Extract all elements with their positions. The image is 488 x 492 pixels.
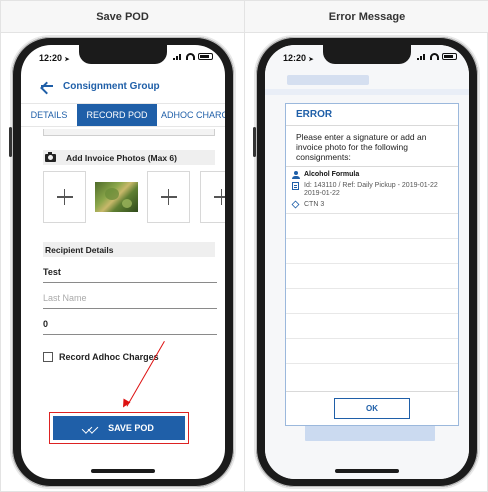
first-name-field[interactable]: Test	[43, 261, 217, 283]
error-title: ERROR	[286, 104, 458, 126]
recipient-section-label: Recipient Details	[45, 244, 114, 255]
box-icon	[291, 200, 300, 209]
empty-row	[286, 239, 458, 264]
faded-tabs	[265, 89, 469, 95]
column-header-right: Error Message	[245, 1, 488, 33]
double-check-icon	[84, 424, 100, 432]
column-error-message: Error Message 12:20 ➤ ERROR Please enter…	[245, 1, 488, 492]
app-bar: Consignment Group	[21, 73, 225, 99]
record-adhoc-row[interactable]: Record Adhoc Charges	[43, 351, 159, 363]
back-arrow-icon[interactable]	[39, 79, 53, 93]
empty-row	[286, 214, 458, 239]
record-adhoc-checkbox[interactable]	[43, 352, 53, 362]
dialog-footer: OK	[286, 391, 458, 425]
add-photo-button[interactable]	[200, 171, 225, 223]
tab-adhoc-charges[interactable]: ADHOC CHARGES	[157, 104, 225, 126]
faded-title	[287, 75, 369, 85]
camera-icon	[45, 151, 56, 162]
consignment-ctn: CTN 3	[304, 201, 325, 208]
save-pod-button[interactable]: SAVE POD	[53, 416, 185, 440]
home-indicator	[91, 469, 155, 473]
first-name-value: Test	[43, 267, 61, 277]
empty-row	[286, 339, 458, 364]
phone-screen-left: 12:20 ➤ Consignment Group DETAILS RECORD…	[21, 45, 225, 479]
photo-row	[43, 171, 225, 223]
tab-record-pod[interactable]: RECORD POD	[77, 104, 157, 126]
recipient-section-header: Recipient Details	[43, 242, 215, 257]
column-save-pod: Save POD 12:20 ➤ Consignment Group DETAI…	[1, 1, 245, 492]
location-icon: ➤	[64, 57, 70, 63]
battery-icon	[442, 53, 457, 60]
error-message: Please enter a signature or add an invoi…	[286, 126, 458, 167]
phone-frame-right: 12:20 ➤ ERROR Please enter a signature o…	[253, 37, 478, 487]
status-time: 12:20 ➤	[39, 53, 70, 63]
person-icon	[292, 171, 300, 179]
photos-section-header: Add Invoice Photos (Max 6)	[43, 150, 215, 165]
photos-section-label: Add Invoice Photos (Max 6)	[66, 152, 177, 163]
battery-icon	[198, 53, 213, 60]
home-indicator	[335, 469, 399, 473]
record-adhoc-label: Record Adhoc Charges	[59, 352, 159, 362]
empty-row	[286, 289, 458, 314]
quantity-field[interactable]: 0	[43, 313, 217, 335]
signal-icon	[173, 53, 183, 60]
save-button-highlight: SAVE POD	[49, 412, 189, 444]
faded-save-button	[305, 425, 435, 441]
status-time: 12:20 ➤	[283, 53, 314, 63]
consignment-item: Alcohol Formula Id: 143110 / Ref: Daily …	[286, 167, 458, 214]
phone-notch	[323, 45, 411, 64]
last-name-field[interactable]: Last Name	[43, 287, 217, 309]
add-photo-button[interactable]	[147, 171, 190, 223]
empty-row	[286, 264, 458, 289]
consignment-name: Alcohol Formula	[304, 171, 360, 178]
signal-icon	[417, 53, 427, 60]
page-title: Consignment Group	[63, 80, 160, 92]
invoice-photo-thumbnail[interactable]	[95, 182, 138, 212]
phone-notch	[79, 45, 167, 64]
error-dialog: ERROR Please enter a signature or add an…	[285, 103, 459, 426]
save-pod-label: SAVE POD	[108, 423, 154, 433]
column-header-left: Save POD	[1, 1, 244, 33]
phone-frame-left: 12:20 ➤ Consignment Group DETAILS RECORD…	[9, 37, 234, 487]
consignment-ref: Id: 143110 / Ref: Daily Pickup - 2019-01…	[304, 182, 438, 197]
plus-icon	[213, 189, 225, 205]
wifi-icon	[186, 53, 195, 60]
ok-button[interactable]: OK	[334, 398, 410, 419]
quantity-value: 0	[43, 319, 49, 329]
comparison-frame: Save POD 12:20 ➤ Consignment Group DETAI…	[0, 0, 488, 492]
wifi-icon	[430, 53, 439, 60]
empty-row	[286, 314, 458, 339]
signature-field-edge[interactable]	[43, 129, 215, 136]
location-icon: ➤	[308, 57, 314, 63]
tab-bar: DETAILS RECORD POD ADHOC CHARGES	[21, 103, 225, 127]
plus-icon	[56, 189, 73, 205]
plus-icon	[160, 189, 177, 205]
add-photo-button[interactable]	[43, 171, 86, 223]
phone-screen-right: 12:20 ➤ ERROR Please enter a signature o…	[265, 45, 469, 479]
tab-details[interactable]: DETAILS	[21, 104, 77, 126]
last-name-placeholder: Last Name	[43, 293, 87, 303]
document-icon	[292, 182, 299, 190]
